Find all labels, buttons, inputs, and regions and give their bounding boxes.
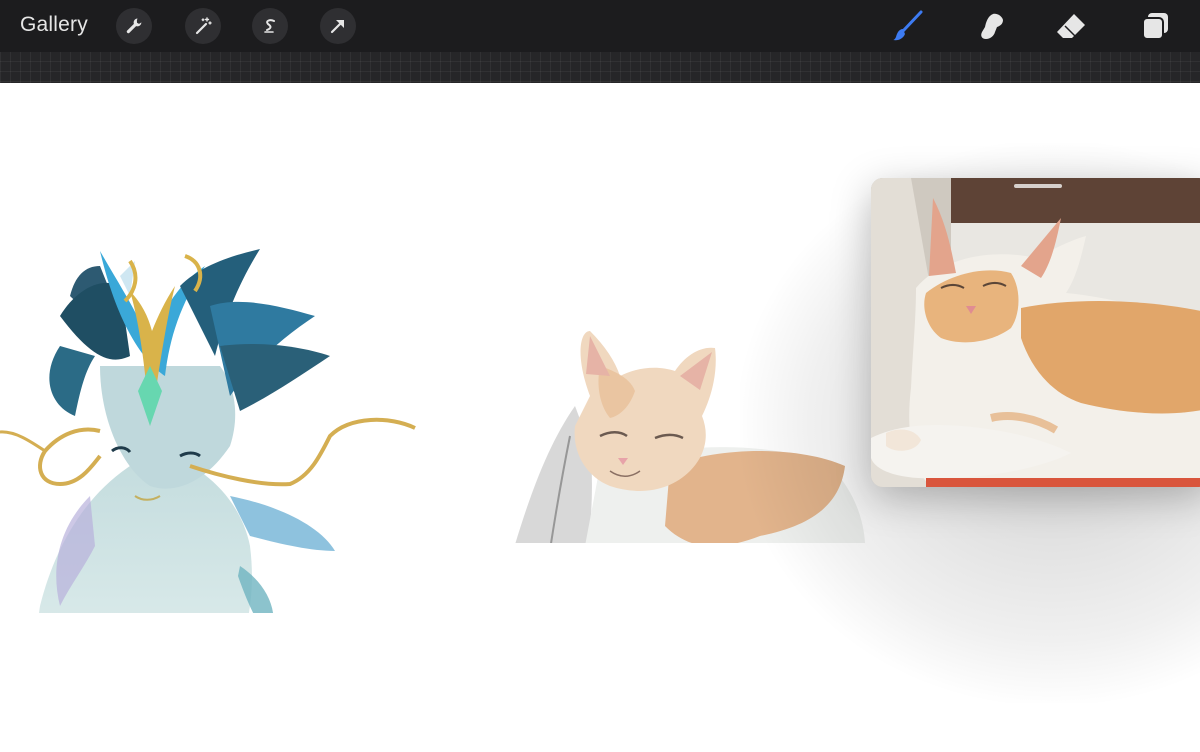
eraser-icon (1057, 14, 1085, 38)
smudge-icon (981, 13, 1003, 39)
gallery-button[interactable]: Gallery (20, 13, 88, 37)
adjustments-button[interactable] (185, 8, 221, 44)
smudge-button[interactable] (973, 8, 1009, 44)
dragon-drawing (0, 249, 416, 613)
transform-button[interactable] (320, 8, 356, 44)
reference-window[interactable] (871, 178, 1200, 487)
eraser-button[interactable] (1053, 8, 1089, 44)
window-grabber[interactable] (1014, 184, 1062, 188)
wrench-icon (126, 18, 142, 34)
transform-arrow-icon (330, 20, 344, 34)
top-toolbar: Gallery (0, 0, 1200, 52)
layers-button[interactable] (1137, 8, 1173, 44)
brush-icon (893, 10, 923, 41)
magic-wand-icon (195, 17, 212, 35)
brush-button[interactable] (890, 8, 926, 44)
actions-button[interactable] (116, 8, 152, 44)
canvas-edge-strip (0, 52, 1200, 83)
cat-reference-photo (871, 178, 1200, 487)
selection-button[interactable] (252, 8, 288, 44)
layers-icon (1142, 13, 1168, 40)
selection-s-icon (264, 19, 275, 33)
